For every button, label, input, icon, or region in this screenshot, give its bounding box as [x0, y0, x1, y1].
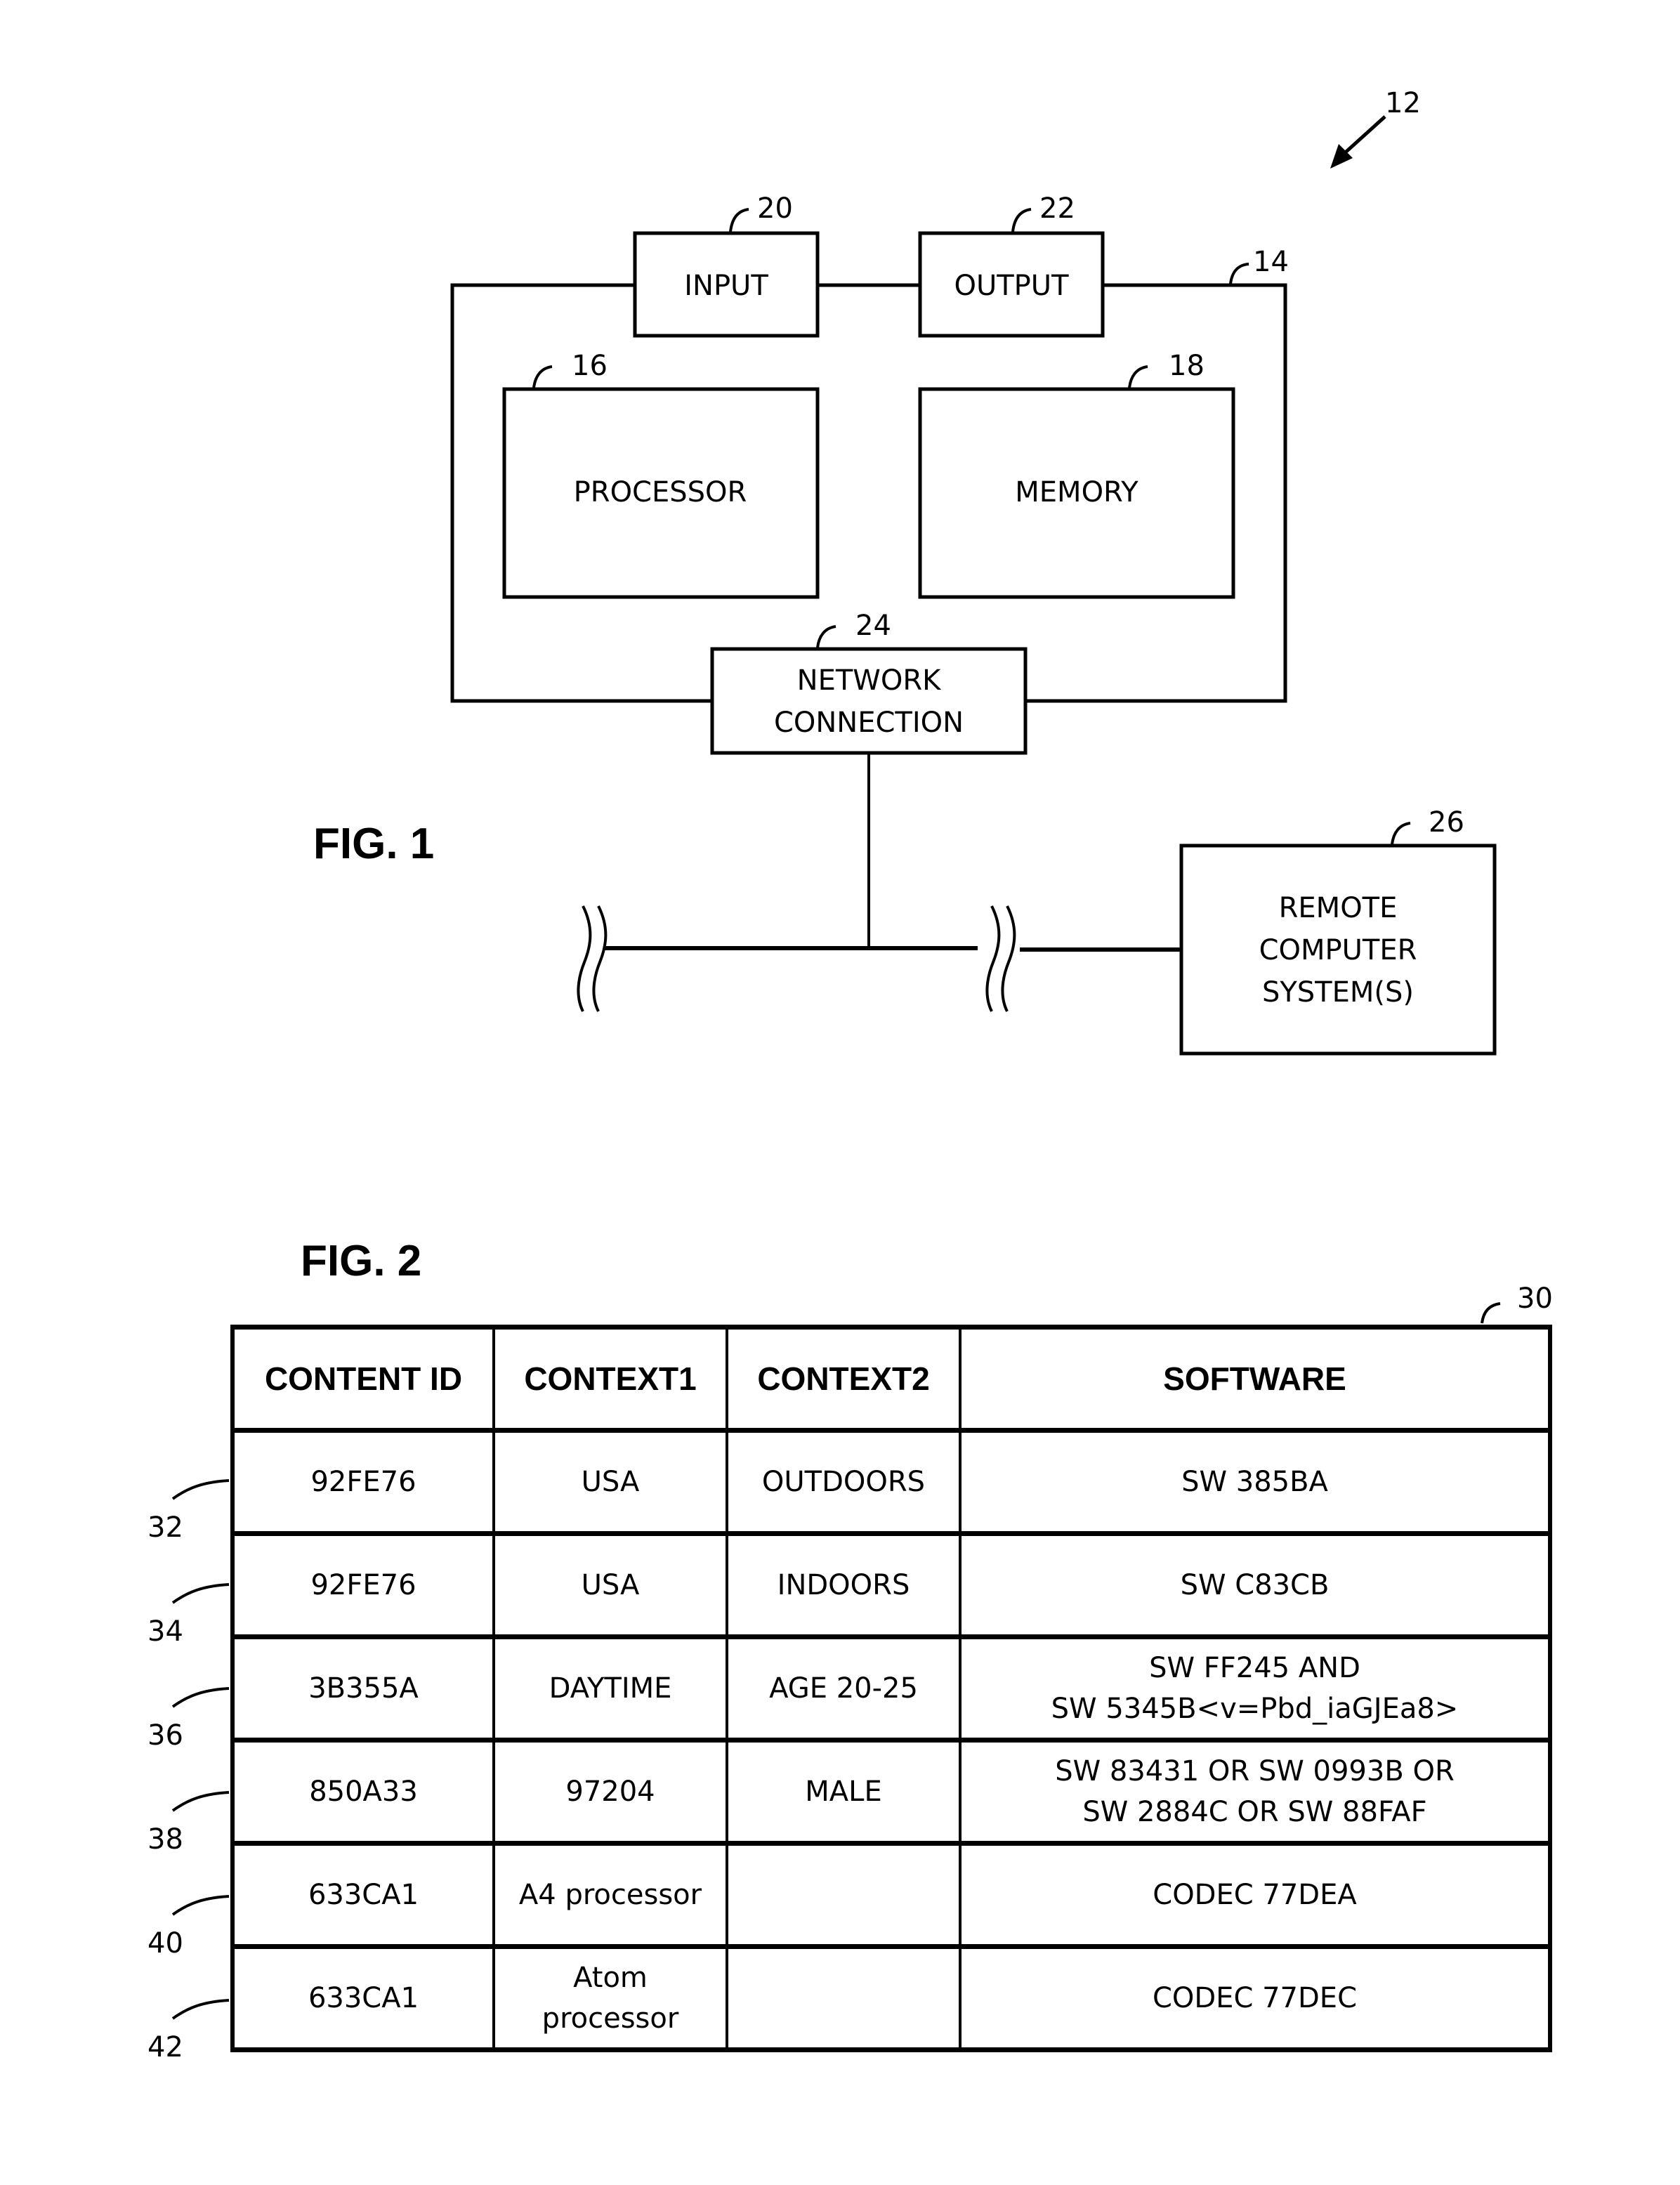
column-header-software: SOFTWARE: [959, 1325, 1551, 1432]
content-software-table: CONTENT ID CONTEXT1 CONTEXT2 SOFTWARE 92…: [230, 1325, 1552, 2052]
network-block-label-line1: NETWORK: [797, 664, 942, 697]
input-leader-line: [729, 208, 749, 232]
row-42-leader-line: [171, 1999, 230, 2020]
computer-leader-line: [1229, 263, 1249, 284]
cell-context1: USA: [492, 1532, 728, 1639]
column-header-content-id: CONTENT ID: [231, 1325, 495, 1432]
output-block: OUTPUT: [918, 231, 1105, 338]
fig2-title: FIG. 2: [301, 1237, 422, 1285]
network-leader-line: [816, 625, 836, 648]
table-row: 92FE76 USA INDOORS SW C83CB: [231, 1532, 1551, 1639]
row-ref-40: 40: [147, 1927, 183, 1960]
fig1-diagram: 12 14 INPUT 20 OUTPUT 22 PROCESSOR 16 ME…: [313, 87, 1497, 1056]
software-line-1: SW FF245 AND: [1149, 1652, 1360, 1684]
cell-software: SW 385BA: [959, 1429, 1551, 1535]
row-40-leader-line: [171, 1895, 230, 1916]
row-ref-32: 32: [147, 1511, 183, 1544]
row-ref-34: 34: [147, 1615, 183, 1648]
table-row: 3B355A DAYTIME AGE 20-25 SW FF245 AND SW…: [231, 1635, 1551, 1742]
network-block-label-line2: CONNECTION: [774, 707, 964, 739]
cell-software: SW C83CB: [959, 1532, 1551, 1639]
table-row: 850A33 97204 MALE SW 83431 OR SW 0993B O…: [231, 1738, 1551, 1845]
cell-content-id: 3B355A: [231, 1635, 495, 1742]
table-row: 633CA1 Atom processor CODEC 77DEC: [231, 1945, 1551, 2052]
output-leader-line: [1011, 208, 1032, 232]
break-left-icon: [577, 905, 608, 1012]
remote-block-label-line2: COMPUTER: [1259, 934, 1417, 966]
processor-block-label: PROCESSOR: [574, 476, 747, 508]
fig1-title: FIG. 1: [313, 820, 434, 868]
table-row: 92FE76 USA OUTDOORS SW 385BA: [231, 1429, 1551, 1535]
cell-context1: 97204: [492, 1738, 728, 1845]
input-ref-label: 20: [757, 192, 793, 225]
column-header-context2: CONTEXT2: [726, 1325, 962, 1432]
cell-software: CODEC 77DEA: [959, 1842, 1551, 1948]
cell-context2: INDOORS: [726, 1532, 962, 1639]
memory-ref-label: 18: [1169, 350, 1205, 382]
cell-context1: A4 processor: [492, 1842, 728, 1948]
software-line-2: SW 5345B<v=Pbd_iaGJEa8>: [1051, 1693, 1459, 1725]
cell-context2: [726, 1945, 962, 2052]
output-ref-label: 22: [1039, 192, 1075, 225]
remote-block-label-line1: REMOTE: [1279, 892, 1398, 924]
cell-context2: [726, 1842, 962, 1948]
row-36-leader-line: [171, 1687, 230, 1708]
network-ref-label: 24: [855, 610, 891, 642]
cell-content-id: 92FE76: [231, 1532, 495, 1639]
table-leader-line: [1481, 1302, 1501, 1324]
break-right-icon: [978, 905, 1020, 1012]
column-header-context1: CONTEXT1: [492, 1325, 728, 1432]
processor-block: PROCESSOR: [502, 387, 820, 599]
remote-leader-line: [1391, 822, 1411, 845]
row-38-leader-line: [171, 1791, 230, 1812]
cell-context1: DAYTIME: [492, 1635, 728, 1742]
software-line-2: SW 2884C OR SW 88FAF: [1082, 1796, 1427, 1828]
memory-block: MEMORY: [918, 387, 1235, 599]
computer-ref-label: 14: [1253, 246, 1289, 278]
remote-computer-block: REMOTE COMPUTER SYSTEM(S): [1179, 844, 1497, 1056]
cell-software: SW 83431 OR SW 0993B OR SW 2884C OR SW 8…: [959, 1738, 1551, 1845]
cell-context1: Atom processor: [492, 1945, 728, 2052]
software-line-1: SW 83431 OR SW 0993B OR: [1055, 1755, 1455, 1787]
remote-block-label-line3: SYSTEM(S): [1262, 976, 1414, 1009]
output-block-label: OUTPUT: [954, 270, 1069, 302]
cell-content-id: 633CA1: [231, 1945, 495, 2052]
table-row: 633CA1 A4 processor CODEC 77DEA: [231, 1842, 1551, 1948]
table-ref-label: 30: [1517, 1282, 1553, 1315]
system-ref-label: 12: [1385, 87, 1421, 119]
cell-context1: USA: [492, 1429, 728, 1535]
row-ref-42: 42: [147, 2031, 183, 2063]
memory-leader-line: [1128, 365, 1148, 388]
cell-software: SW FF245 AND SW 5345B<v=Pbd_iaGJEa8>: [959, 1635, 1551, 1742]
system-arrow-icon: [1330, 115, 1386, 169]
table-header-row: CONTENT ID CONTEXT1 CONTEXT2 SOFTWARE: [231, 1325, 1551, 1432]
row-32-leader-line: [171, 1479, 230, 1500]
cell-content-id: 633CA1: [231, 1842, 495, 1948]
cell-context2: OUTDOORS: [726, 1429, 962, 1535]
input-block: INPUT: [633, 231, 820, 338]
context1-line-2: processor: [542, 2002, 679, 2035]
processor-ref-label: 16: [572, 350, 608, 382]
cell-content-id: 850A33: [231, 1738, 495, 1845]
input-block-label: INPUT: [684, 270, 768, 302]
cell-context2: AGE 20-25: [726, 1635, 962, 1742]
context1-line-1: Atom: [573, 1962, 648, 1994]
network-connection-block: NETWORK CONNECTION: [710, 647, 1028, 755]
cell-content-id: 92FE76: [231, 1429, 495, 1535]
remote-ref-label: 26: [1429, 806, 1464, 839]
memory-block-label: MEMORY: [1015, 476, 1138, 508]
row-ref-38: 38: [147, 1823, 183, 1856]
cell-software: CODEC 77DEC: [959, 1945, 1551, 2052]
row-34-leader-line: [171, 1583, 230, 1604]
processor-leader-line: [532, 365, 553, 388]
row-ref-36: 36: [147, 1719, 183, 1752]
cell-context2: MALE: [726, 1738, 962, 1845]
